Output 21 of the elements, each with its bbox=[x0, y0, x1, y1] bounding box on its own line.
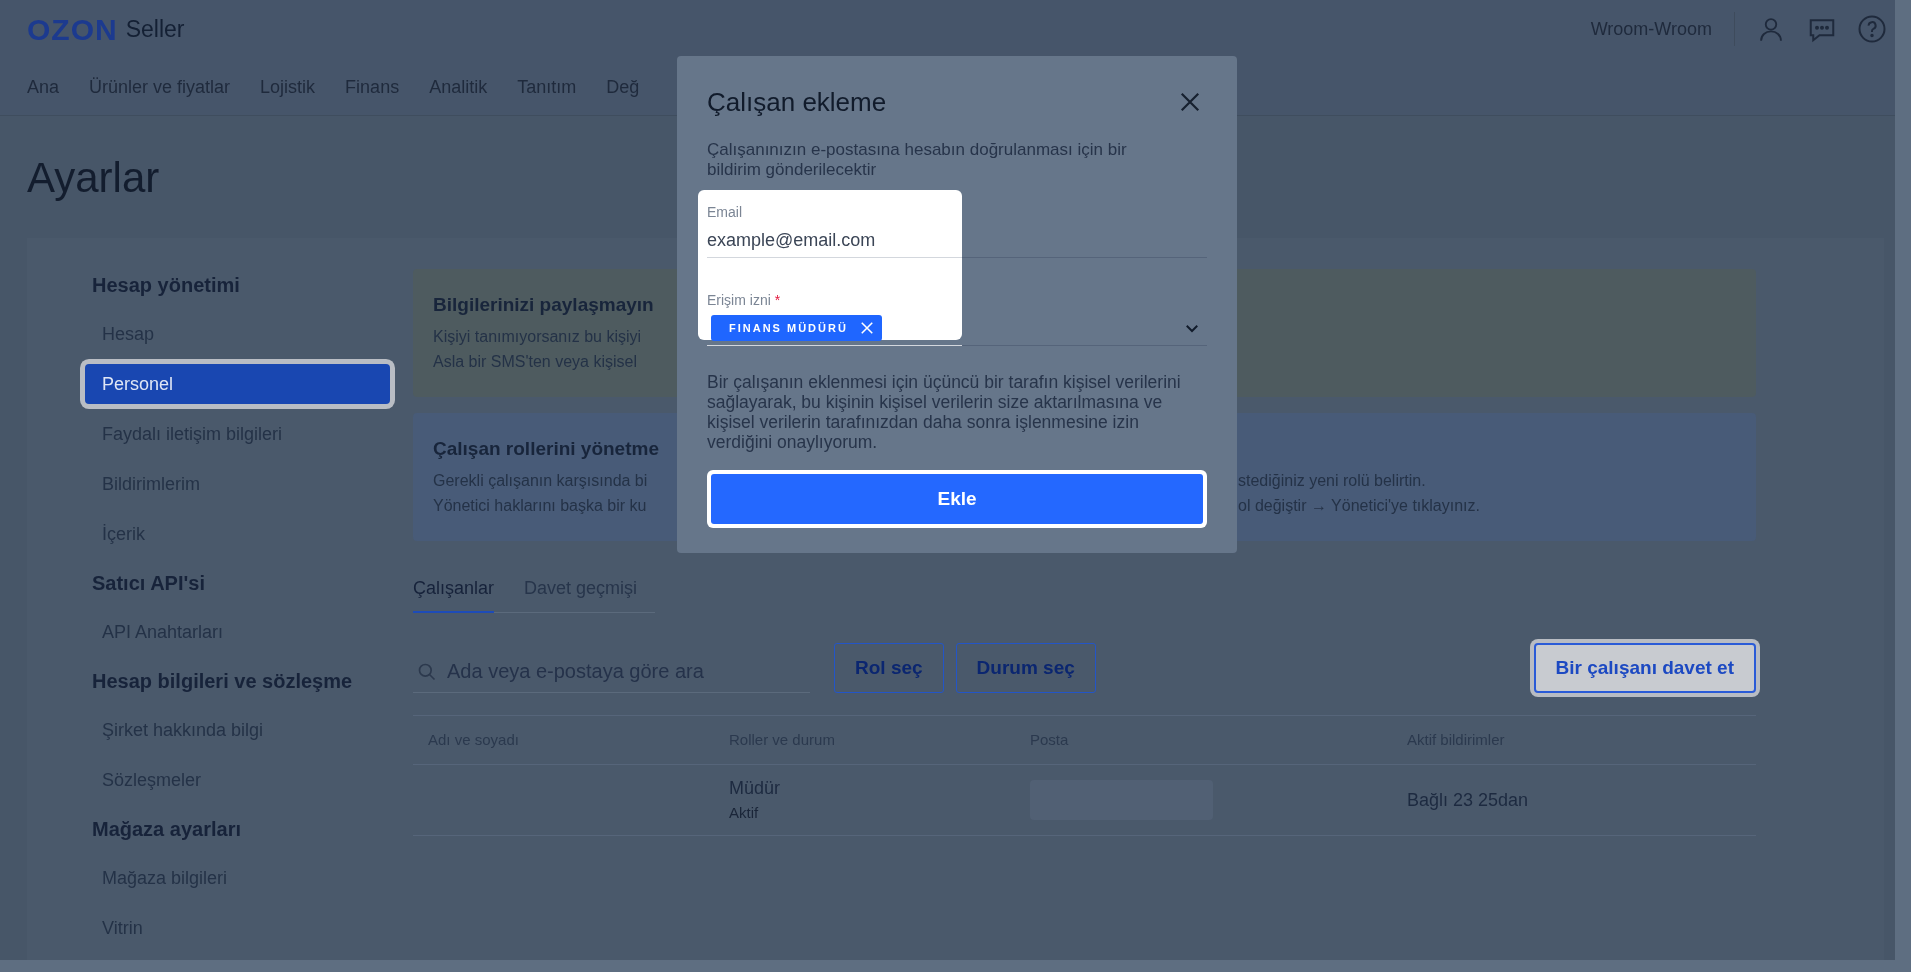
search-icon bbox=[417, 662, 437, 682]
access-select[interactable]: Erişim izni * FINANS MÜDÜRÜ bbox=[707, 290, 1207, 346]
field-label: Erişim izni bbox=[707, 291, 771, 310]
notice-title: Çalışan rollerini yönetme bbox=[433, 437, 660, 461]
required-mark: * bbox=[774, 291, 781, 310]
filter-button[interactable]: Rol seç bbox=[834, 643, 944, 693]
scrollbar[interactable] bbox=[1895, 0, 1911, 972]
user-icon[interactable] bbox=[1757, 15, 1785, 43]
dialog-description: Çalışanınızın e-postasına hesabın doğrulanması için bir bildirim gönderilecektir bbox=[707, 140, 1128, 180]
email-field[interactable]: example@email.com bbox=[707, 227, 947, 254]
close-icon[interactable] bbox=[1179, 91, 1201, 113]
chip-label: FINANS MÜDÜRÜ bbox=[729, 320, 848, 336]
dialog-title: Çalışan ekleme bbox=[707, 85, 887, 119]
help-icon[interactable] bbox=[1857, 14, 1887, 44]
add-button[interactable]: Ekle bbox=[711, 474, 1203, 524]
consent-text: Bir çalışanın eklenmesi için üçüncü bir tarafın kişisel verilerini sağlayarak, bu kişinin kişisel verilerin size aktarılmasına ve kişisel verilerin tarafınızdan daha sonra işlenmesine izin verdiğini onaylıyorum. bbox=[707, 372, 1182, 452]
field-label: Email bbox=[707, 203, 742, 222]
filter-button[interactable]: Durum seç bbox=[955, 643, 1096, 693]
page-title: Ayarlar bbox=[27, 152, 160, 203]
scrollbar[interactable] bbox=[0, 960, 1895, 972]
remove-icon[interactable] bbox=[859, 321, 874, 335]
